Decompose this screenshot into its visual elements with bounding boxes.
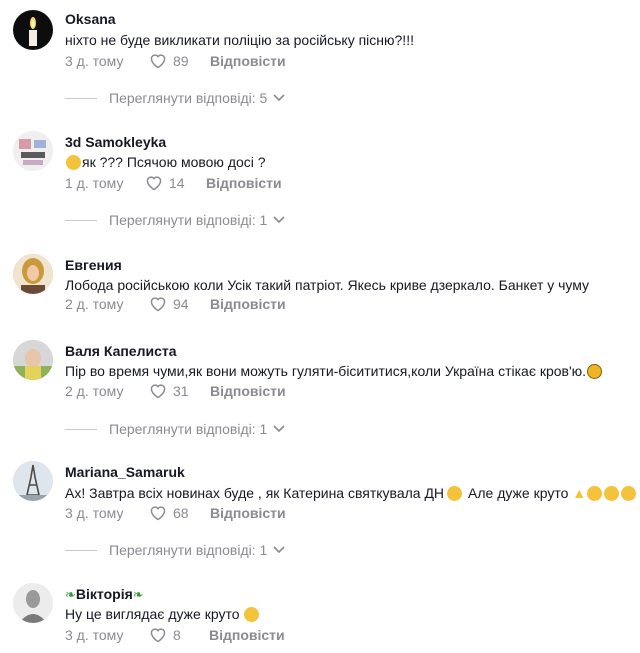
view-replies-label: Переглянути відповіді: 5 [109, 90, 268, 106]
view-replies-label: Переглянути відповіді: 1 [109, 421, 268, 437]
comment-username[interactable]: Валя Капелиста [65, 343, 177, 359]
chevron-down-icon [273, 425, 285, 433]
comment-username[interactable]: Евгения [65, 257, 122, 273]
grin-face-emoji-icon [447, 486, 463, 501]
view-replies-button[interactable]: Переглянути відповіді: 1 [65, 542, 285, 558]
smiling-face-emoji-icon [621, 486, 637, 501]
reply-button[interactable]: Відповісти [209, 627, 285, 643]
divider-line [65, 219, 97, 221]
chevron-down-icon [273, 216, 285, 224]
like-button[interactable]: 89 [149, 53, 210, 69]
comment-meta: 2 д. тому 94 Відповісти [65, 296, 286, 312]
comment-meta: 3 д. тому 89 Відповісти [65, 53, 286, 69]
like-count: 14 [169, 175, 185, 191]
comment-meta: 3 д. тому 8 Відповісти [65, 627, 285, 643]
comment-text: Ну це виглядає дуже круто [65, 606, 260, 622]
divider-line [65, 428, 97, 430]
comment-date: 3 д. тому [65, 53, 124, 69]
heart-icon [149, 383, 167, 399]
comment-username[interactable]: 3d Samokleyka [65, 134, 166, 150]
view-replies-button[interactable]: Переглянути відповіді: 1 [65, 421, 285, 437]
woman-avatar[interactable] [13, 254, 53, 294]
reply-button[interactable]: Відповісти [210, 296, 286, 312]
thumbs-up-emoji-icon: ▲ [572, 485, 587, 501]
comment-date: 2 д. тому [65, 383, 124, 399]
photo-avatar[interactable] [13, 340, 53, 380]
comment-text: Пір во время чуми,як вони можуть гуляти-… [65, 363, 603, 379]
comment-date: 3 д. тому [65, 505, 124, 521]
like-count: 94 [173, 296, 189, 312]
reply-button[interactable]: Відповісти [206, 175, 282, 191]
reply-button[interactable]: Відповісти [210, 53, 286, 69]
reply-button[interactable]: Відповісти [210, 505, 286, 521]
comment-username[interactable]: Oksana [65, 11, 116, 27]
comment-meta: 1 д. тому 14 Відповісти [65, 175, 282, 191]
heart-icon [145, 175, 163, 191]
comment-text: як ??? Псячою мовою досі ? [65, 154, 266, 170]
sad-face-emoji-icon [587, 364, 603, 379]
comment-meta: 3 д. тому 68 Відповісти [65, 505, 286, 521]
view-replies-label: Переглянути відповіді: 1 [109, 542, 268, 558]
comment-text: ніхто не буде викликати поліцію за росій… [65, 32, 414, 48]
like-button[interactable]: 68 [149, 505, 210, 521]
comment-username[interactable]: Mariana_Samaruk [65, 464, 185, 480]
comment-text: Лобода російською коли Усік такий патріо… [65, 277, 590, 293]
comment-meta: 2 д. тому 31 Відповісти [65, 383, 286, 399]
like-count: 89 [173, 53, 189, 69]
like-button[interactable]: 31 [149, 383, 210, 399]
comment-date: 3 д. тому [65, 627, 124, 643]
heart-icon [149, 296, 167, 312]
smiling-face-emoji-icon [604, 486, 620, 501]
divider-line [65, 549, 97, 551]
view-replies-label: Переглянути відповіді: 1 [109, 212, 268, 228]
sunglasses-face-emoji-icon [244, 607, 260, 622]
portrait-avatar[interactable] [13, 583, 53, 623]
view-replies-button[interactable]: Переглянути відповіді: 1 [65, 212, 285, 228]
heart-icon [149, 627, 167, 643]
heart-icon [149, 505, 167, 521]
chevron-down-icon [273, 94, 285, 102]
like-button[interactable]: 14 [145, 175, 206, 191]
comment-username[interactable]: ❧Вікторія❧ [65, 586, 144, 603]
like-button[interactable]: 94 [149, 296, 210, 312]
comment-text: Ах! Завтра всіх новинах буде , як Катери… [65, 485, 637, 501]
like-count: 8 [173, 627, 181, 643]
reply-button[interactable]: Відповісти [210, 383, 286, 399]
like-button[interactable]: 8 [149, 627, 209, 643]
like-count: 68 [173, 505, 189, 521]
candle-avatar[interactable] [13, 10, 53, 50]
leaf-icon: ❧ [132, 587, 144, 602]
comment-date: 2 д. тому [65, 296, 124, 312]
thinking-face-emoji-icon [66, 155, 81, 170]
comment-date: 1 д. тому [65, 175, 124, 191]
divider-line [65, 97, 97, 99]
chevron-down-icon [273, 546, 285, 554]
heart-icon [149, 53, 167, 69]
leaf-icon: ❧ [65, 587, 76, 602]
like-count: 31 [173, 383, 189, 399]
view-replies-button[interactable]: Переглянути відповіді: 5 [65, 90, 285, 106]
sticker-avatar[interactable] [13, 131, 53, 171]
eiffel-tower-avatar[interactable] [13, 461, 53, 501]
smiling-face-emoji-icon [587, 486, 603, 501]
